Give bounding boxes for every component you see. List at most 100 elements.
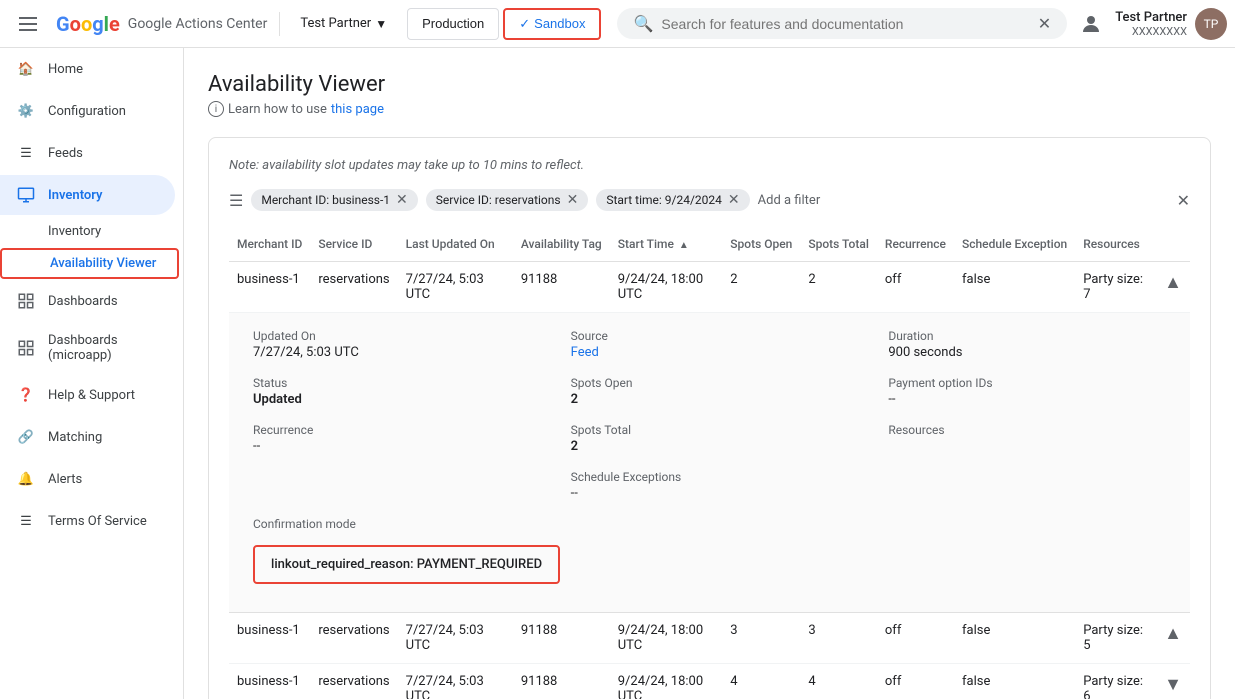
cell-last-updated: 7/27/24, 5:03 UTC <box>398 664 513 699</box>
cell-availability-tag: 91188 <box>513 262 610 313</box>
filter-icon[interactable]: ☰ <box>229 191 243 210</box>
sidebar-item-help-support[interactable]: ❓ Help & Support <box>0 375 175 415</box>
cell-merchant-id: business-1 <box>229 664 310 699</box>
help-icon: ❓ <box>16 385 36 405</box>
cell-service-id: reservations <box>310 664 397 699</box>
field-source: Source Feed <box>571 329 849 360</box>
expand-row-2-button[interactable]: ▲ <box>1164 623 1182 644</box>
this-page-link[interactable]: this page <box>331 102 384 117</box>
cell-spots-total: 4 <box>800 664 877 699</box>
cell-merchant-id: business-1 <box>229 613 310 664</box>
cell-expand-btn[interactable]: ▼ <box>1156 664 1190 699</box>
sidebar-sub-inventory[interactable]: Inventory <box>0 216 183 247</box>
field-empty2 <box>888 470 1166 501</box>
cell-spots-total: 2 <box>800 262 877 313</box>
header: Google Google Actions Center Test Partne… <box>0 0 1235 48</box>
filter-chip-service-close[interactable]: ✕ <box>567 193 579 207</box>
account-icon[interactable] <box>1075 8 1107 40</box>
cell-recurrence: off <box>877 664 954 699</box>
cell-start-time: 9/24/24, 18:00 UTC <box>610 613 723 664</box>
col-service-id: Service ID <box>310 227 397 262</box>
cell-service-id: reservations <box>310 262 397 313</box>
avatar[interactable]: TP <box>1195 8 1227 40</box>
sidebar-item-configuration[interactable]: ⚙️ Configuration <box>0 91 175 131</box>
search-bar[interactable]: 🔍 ✕ <box>617 8 1067 39</box>
sandbox-button[interactable]: ✓ Sandbox <box>503 8 601 40</box>
cell-start-time: 9/24/24, 18:00 UTC <box>610 664 723 699</box>
partner-name: Test Partner <box>300 16 371 31</box>
cell-resources: Party size: 5 <box>1075 613 1156 664</box>
expand-row-3-button[interactable]: ▼ <box>1164 674 1182 695</box>
sidebar-sub-availability-label: Availability Viewer <box>50 256 156 271</box>
col-last-updated: Last Updated On <box>398 227 513 262</box>
cell-start-time: 9/24/24, 18:00 UTC <box>610 262 723 313</box>
table-header: Merchant ID Service ID Last Updated On A… <box>229 227 1190 262</box>
source-feed-link[interactable]: Feed <box>571 345 599 360</box>
filter-chip-start-time-close[interactable]: ✕ <box>728 193 740 207</box>
feeds-icon: ☰ <box>16 143 36 163</box>
cell-expand-btn[interactable]: ▲ <box>1156 262 1190 313</box>
page-subtitle: i Learn how to use this page <box>208 101 1211 117</box>
cell-spots-open: 4 <box>722 664 800 699</box>
cell-recurrence: off <box>877 613 954 664</box>
cell-spots-total: 3 <box>800 613 877 664</box>
availability-table: Merchant ID Service ID Last Updated On A… <box>229 227 1190 699</box>
home-icon: 🏠 <box>16 59 36 79</box>
cell-expand-btn[interactable]: ▲ <box>1156 613 1190 664</box>
sidebar-item-dashboards-label: Dashboards <box>48 294 118 309</box>
sidebar-item-alerts-label: Alerts <box>48 472 82 487</box>
sidebar-item-alerts[interactable]: 🔔 Alerts <box>0 459 175 499</box>
table-body: business-1 reservations 7/27/24, 5:03 UT… <box>229 262 1190 699</box>
field-spots-total: Spots Total 2 <box>571 423 849 454</box>
clear-search-icon[interactable]: ✕ <box>1038 14 1051 33</box>
info-icon: i <box>208 101 224 117</box>
field-empty <box>253 470 531 501</box>
matching-icon: 🔗 <box>16 427 36 447</box>
field-schedule-exc: Schedule Exceptions -- <box>571 470 849 501</box>
sidebar-item-feeds[interactable]: ☰ Feeds <box>0 133 175 173</box>
filter-bar: ☰ Merchant ID: business-1 ✕ Service ID: … <box>229 189 1190 211</box>
col-merchant-id: Merchant ID <box>229 227 310 262</box>
cell-last-updated: 7/27/24, 5:03 UTC <box>398 262 513 313</box>
sidebar-item-dashboards[interactable]: Dashboards <box>0 281 175 321</box>
sidebar-item-inventory-label: Inventory <box>48 188 103 203</box>
cell-schedule-exception: false <box>954 613 1075 664</box>
sidebar-item-dashboards-microapp[interactable]: Dashboards (microapp) <box>0 323 175 373</box>
col-resources: Resources <box>1075 227 1156 262</box>
menu-button[interactable] <box>8 4 48 44</box>
dashboards-microapp-icon <box>16 338 36 358</box>
field-status: Status Updated <box>253 376 531 407</box>
col-start-time[interactable]: Start Time ▲ <box>610 227 723 262</box>
sidebar-item-matching[interactable]: 🔗 Matching <box>0 417 175 457</box>
sidebar-item-feeds-label: Feeds <box>48 146 83 161</box>
search-icon: 🔍 <box>633 14 653 33</box>
expanded-detail-cell: Updated On 7/27/24, 5:03 UTC Source Feed <box>229 313 1190 613</box>
production-button[interactable]: Production <box>407 8 499 40</box>
field-payment: Payment option IDs -- <box>888 376 1166 407</box>
sidebar-item-matching-label: Matching <box>48 430 102 445</box>
clear-all-filters-button[interactable]: ✕ <box>1177 191 1190 210</box>
configuration-icon: ⚙️ <box>16 101 36 121</box>
search-input[interactable] <box>661 16 1029 32</box>
sidebar-sub-availability-viewer[interactable]: Availability Viewer <box>0 248 179 279</box>
cell-resources: Party size: 7 <box>1075 262 1156 313</box>
header-right: Test Partner XXXXXXXX TP <box>1075 8 1227 40</box>
add-filter-button[interactable]: Add a filter <box>758 193 821 208</box>
sort-icon: ▲ <box>679 240 689 251</box>
env-buttons: Production ✓ Sandbox <box>407 8 601 40</box>
cell-spots-open: 3 <box>722 613 800 664</box>
field-recurrence: Recurrence -- <box>253 423 531 454</box>
partner-selector[interactable]: Test Partner ▼ <box>292 12 395 35</box>
filter-chip-start-time: Start time: 9/24/2024 ✕ <box>596 189 749 211</box>
sidebar-item-terms-label: Terms Of Service <box>48 514 147 529</box>
subtitle-text: Learn how to use <box>228 102 327 117</box>
sidebar-item-terms[interactable]: ☰ Terms Of Service <box>0 501 175 541</box>
collapse-row-1-button[interactable]: ▲ <box>1164 272 1182 293</box>
sidebar: 🏠 Home ⚙️ Configuration ☰ Feeds Inventor… <box>0 48 184 699</box>
filter-chip-merchant-close[interactable]: ✕ <box>396 193 408 207</box>
sidebar-item-home[interactable]: 🏠 Home <box>0 49 175 89</box>
terms-icon: ☰ <box>16 511 36 531</box>
linkout-required-box: linkout_required_reason: PAYMENT_REQUIRE… <box>253 545 560 584</box>
sidebar-item-inventory[interactable]: Inventory <box>0 175 175 215</box>
data-table: Merchant ID Service ID Last Updated On A… <box>229 227 1190 699</box>
